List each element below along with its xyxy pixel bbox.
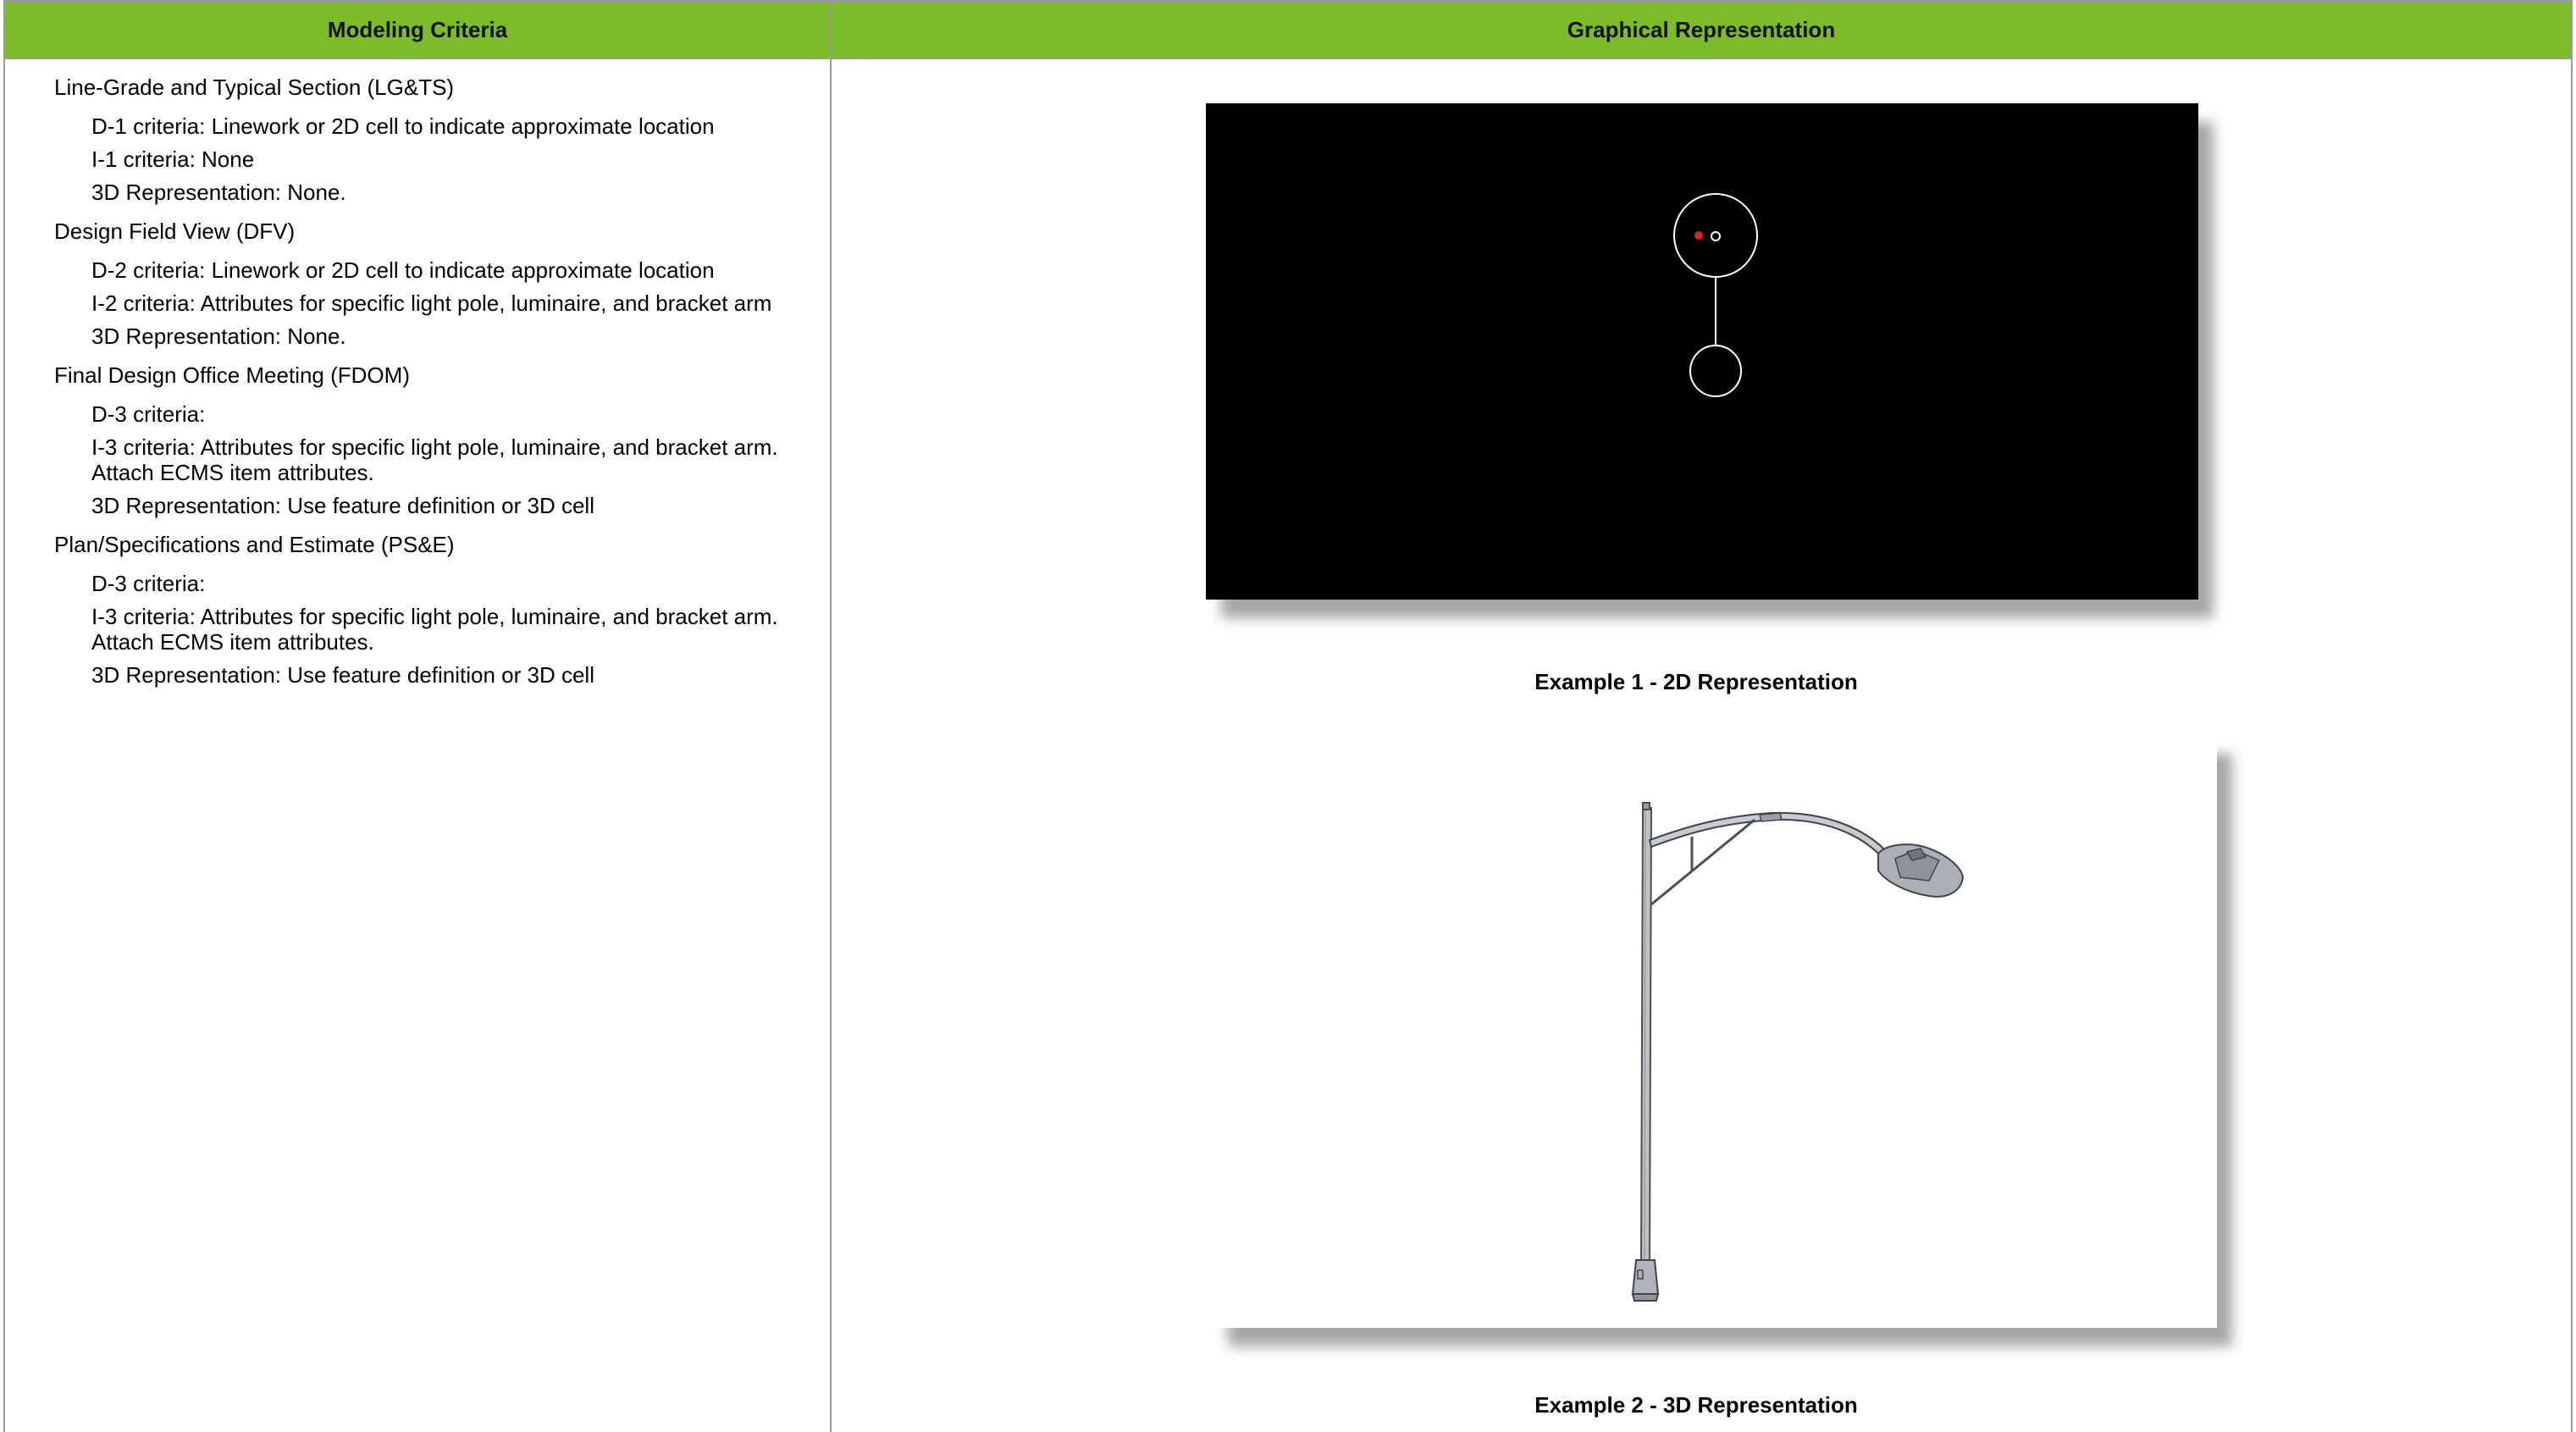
modeling-criteria-column: Line-Grade and Typical Section (LG&TS) D… (54, 75, 816, 695)
pole-shaft (1639, 807, 1653, 1268)
section-title: Design Field View (DFV) (54, 218, 296, 244)
section-title: Final Design Office Meeting (FDOM) (54, 362, 410, 388)
example-2-3d-image (1213, 735, 2217, 1328)
white-point (1711, 231, 1721, 241)
pole-circle (1689, 345, 1742, 397)
table-header: Modeling Criteria Graphical Representati… (5, 0, 2571, 59)
column-divider (830, 0, 832, 1432)
example-1-caption: Example 1 - 2D Representation (1534, 669, 1858, 694)
section-fdom: Final Design Office Meeting (FDOM) D-3 c… (54, 362, 816, 518)
criteria-item: I-2 criteria: Attributes for specific li… (91, 290, 772, 316)
section-pse: Plan/Specifications and Estimate (PS&E) … (54, 532, 816, 688)
header-graphical-representation: Graphical Representation (1567, 17, 1836, 42)
criteria-item: D-3 criteria: (91, 401, 206, 427)
pole-base (1631, 1259, 1660, 1295)
example-2-caption: Example 2 - 3D Representation (1534, 1392, 1858, 1418)
criteria-item: D-1 criteria: Linework or 2D cell to ind… (91, 113, 715, 139)
criteria-item: I-1 criteria: None (91, 147, 255, 172)
section-title: Line-Grade and Typical Section (LG&TS) (54, 75, 455, 100)
header-modeling-criteria: Modeling Criteria (327, 17, 508, 42)
example-1-2d-image (1206, 103, 2198, 600)
criteria-item: 3D Representation: None. (91, 323, 346, 349)
section-dfv: Design Field View (DFV) D-2 criteria: Li… (54, 218, 816, 349)
section-title: Plan/Specifications and Estimate (PS&E) (54, 532, 455, 557)
criteria-item: D-3 criteria: (91, 571, 206, 596)
red-point (1694, 231, 1703, 240)
criteria-item: 3D Representation: Use feature definitio… (91, 662, 594, 688)
criteria-item: D-2 criteria: Linework or 2D cell to ind… (91, 257, 715, 283)
criteria-item: I-3 criteria: Attributes for specific li… (91, 604, 778, 655)
luminaire-circle (1673, 193, 1758, 278)
criteria-item: I-3 criteria: Attributes for specific li… (91, 434, 778, 485)
section-lgts: Line-Grade and Typical Section (LG&TS) D… (54, 75, 816, 205)
criteria-item: 3D Representation: Use feature definitio… (91, 493, 594, 518)
criteria-item: 3D Representation: None. (91, 180, 346, 205)
